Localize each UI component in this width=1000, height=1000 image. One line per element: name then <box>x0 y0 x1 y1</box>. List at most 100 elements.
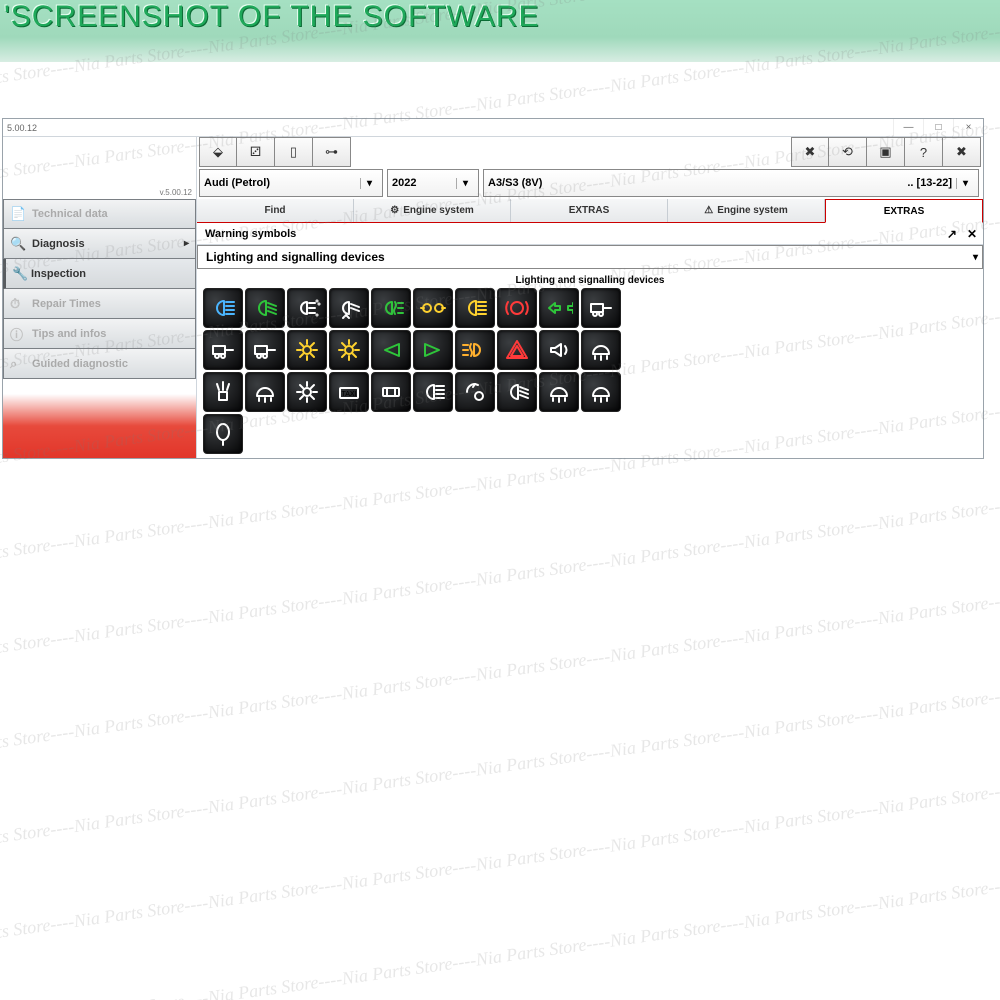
auto-headlamp-icon[interactable] <box>455 288 495 328</box>
reading-light-icon[interactable] <box>287 372 327 412</box>
headlamp-wash-icon[interactable] <box>287 288 327 328</box>
symbol-grid: TAXI <box>203 288 631 454</box>
sidebar-item-tips-and-infos: ⓘ Tips and infos <box>3 319 196 349</box>
vehicle-selector-row: Audi (Petrol) ▾ 2022 ▾ A3/S3 (8V) .. [13… <box>197 167 983 199</box>
product-banner: 'SCREENSHOT OF THE SOFTWARE <box>0 0 1000 62</box>
app-window: 5.00.12 — □ × v.5.00.12 ⬙ ⚂ ▯ ⊶ ✖ ⟲ ▣ <box>2 118 984 459</box>
sidebar-label: Diagnosis <box>32 238 85 250</box>
vehicle-3d-icon[interactable]: ⬙ <box>199 137 237 167</box>
sidebar-icon: 🔧 <box>12 266 28 282</box>
sidebar-item-guided-diagnostic: ⌕ Guided diagnostic <box>3 349 196 379</box>
main-content: Find ⚙ Engine system EXTRAS ⚠ Engine system EX… <box>197 199 983 458</box>
brake-light-fail-icon[interactable] <box>497 288 537 328</box>
panel-header: Warning symbols ↗ ✕ <box>197 223 983 245</box>
mirror-light-icon[interactable] <box>203 414 243 454</box>
window-close-button[interactable]: × <box>953 119 983 136</box>
chevron-down-icon: ▾ <box>360 178 378 189</box>
window-minimize-button[interactable]: — <box>893 119 923 136</box>
dome-light-icon[interactable] <box>581 330 621 370</box>
chevron-down-icon: ▾ <box>973 252 978 263</box>
version-label: v.5.00.12 <box>160 188 192 197</box>
sidebar-icon: ⓘ <box>10 324 23 343</box>
horn-icon[interactable] <box>539 330 579 370</box>
trailer-turn-icon[interactable] <box>203 330 243 370</box>
tab-icon: ⚙ <box>390 205 399 216</box>
tab-engine-system[interactable]: ⚠ Engine system <box>668 199 825 222</box>
tab-find[interactable]: Find <box>197 199 354 222</box>
brand-logo-area: v.5.00.12 <box>3 137 197 199</box>
make-dropdown[interactable]: Audi (Petrol) ▾ <box>199 169 383 197</box>
sidebar-label: Repair Times <box>32 298 101 310</box>
work-light-icon[interactable] <box>245 330 285 370</box>
close-app-button[interactable]: ✖ <box>943 137 981 167</box>
connector-icon[interactable]: ⊶ <box>313 137 351 167</box>
tab-label: Engine system <box>717 205 788 216</box>
sidebar-icon: 📄 <box>10 206 26 222</box>
svg-text:TAXI: TAXI <box>341 391 356 398</box>
window-maximize-button[interactable]: □ <box>923 119 953 136</box>
tab-label: Find <box>264 205 285 216</box>
sidebar-label: Guided diagnostic <box>32 358 128 370</box>
sidebar-item-repair-times: ⏱ Repair Times <box>3 289 196 319</box>
battery-icon[interactable]: ▯ <box>275 137 313 167</box>
right-indicator-icon[interactable] <box>413 330 453 370</box>
model-value: A3/S3 (8V) <box>488 177 542 189</box>
category-dropdown[interactable]: Lighting and signalling devices ▾ <box>197 245 983 269</box>
tab-engine-system[interactable]: ⚙ Engine system <box>354 199 511 222</box>
tab-icon: ⚠ <box>704 205 713 216</box>
help-button[interactable]: ? <box>905 137 943 167</box>
trailer-light-icon[interactable] <box>581 288 621 328</box>
panel-expand-button[interactable]: ↗ <box>947 227 957 241</box>
courtesy-light-icon[interactable] <box>245 372 285 412</box>
chevron-right-icon: ▸ <box>184 238 189 249</box>
year-value: 2022 <box>392 177 416 189</box>
year-dropdown[interactable]: 2022 ▾ <box>387 169 479 197</box>
sidebar-label: Tips and infos <box>32 328 106 340</box>
turn-signal-icon[interactable] <box>539 288 579 328</box>
panel-close-button[interactable]: ✕ <box>967 227 977 241</box>
side-lights-icon[interactable] <box>413 288 453 328</box>
sidebar-brand-gradient <box>3 394 196 458</box>
sidebar-label: Inspection <box>31 268 86 280</box>
tab-label: Engine system <box>403 205 474 216</box>
roof-light-icon[interactable] <box>371 372 411 412</box>
model-range: .. [13-22] <box>907 177 952 189</box>
rear-fog-icon[interactable] <box>455 330 495 370</box>
drl-icon[interactable] <box>413 372 453 412</box>
panel-title: Warning symbols <box>205 228 296 240</box>
tab-extras[interactable]: EXTRAS <box>825 199 983 223</box>
refresh-button[interactable]: ⟲ <box>829 137 867 167</box>
park-light-icon[interactable] <box>287 330 327 370</box>
tab-extras[interactable]: EXTRAS <box>511 199 668 222</box>
interior-light-icon[interactable] <box>203 372 243 412</box>
window-title-bar: 5.00.12 — □ × <box>3 119 983 137</box>
headlamp-level-icon[interactable] <box>329 288 369 328</box>
engine-icon[interactable]: ⚂ <box>237 137 275 167</box>
tab-label: EXTRAS <box>884 206 925 217</box>
taxi-sign-icon[interactable]: TAXI <box>329 372 369 412</box>
puddle-light-icon[interactable] <box>581 372 621 412</box>
model-dropdown[interactable]: A3/S3 (8V) .. [13-22] ▾ <box>483 169 979 197</box>
section-title: Lighting and signalling devices <box>203 273 977 288</box>
sidebar-icon: ⌕ <box>10 356 17 372</box>
low-beam-icon[interactable] <box>245 288 285 328</box>
left-indicator-icon[interactable] <box>371 330 411 370</box>
left-sidebar: 📄Technical data🔍Diagnosis▸🔧Inspection⏱Re… <box>3 199 197 458</box>
sidebar-item-inspection[interactable]: 🔧Inspection <box>3 259 196 289</box>
sidebar-spacer <box>3 379 196 394</box>
ambient-light-icon[interactable] <box>539 372 579 412</box>
bulb-fail-icon[interactable] <box>329 330 369 370</box>
chevron-down-icon: ▾ <box>956 178 974 189</box>
cancel-button[interactable]: ✖ <box>791 137 829 167</box>
package-button[interactable]: ▣ <box>867 137 905 167</box>
front-fog-icon[interactable] <box>371 288 411 328</box>
sidebar-item-diagnosis[interactable]: 🔍 Diagnosis ▸ <box>3 229 196 259</box>
sidebar-icon: ⏱ <box>10 296 20 312</box>
follow-home-icon[interactable] <box>497 372 537 412</box>
cornering-light-icon[interactable] <box>455 372 495 412</box>
window-title: 5.00.12 <box>7 123 37 133</box>
high-beam-icon[interactable] <box>203 288 243 328</box>
banner-title: 'SCREENSHOT OF THE SOFTWARE <box>4 0 540 34</box>
hazard-icon[interactable] <box>497 330 537 370</box>
sidebar-icon: 🔍 <box>10 236 26 252</box>
